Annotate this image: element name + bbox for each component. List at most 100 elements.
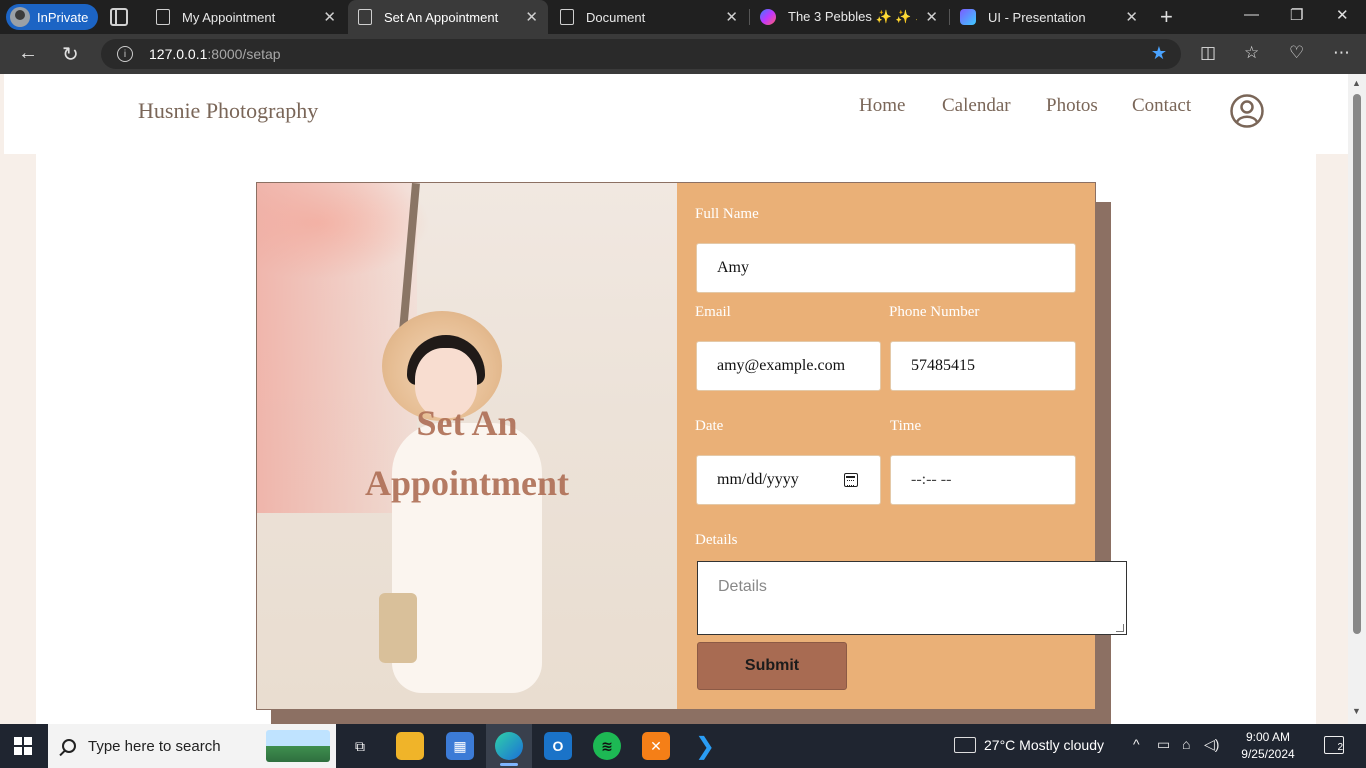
calendar-icon[interactable]	[844, 473, 858, 487]
close-tab-icon[interactable]: ✕	[323, 8, 336, 26]
hero-title: Set An Appointment	[257, 393, 677, 513]
search-icon	[62, 739, 76, 753]
full-name-field[interactable]: Amy	[696, 243, 1076, 293]
nav-photos[interactable]: Photos	[1046, 95, 1098, 117]
tab-actions-icon[interactable]	[110, 8, 128, 26]
details-placeholder: Details	[718, 578, 767, 595]
clock-date: 9/25/2024	[1241, 747, 1295, 761]
details-textarea[interactable]: Details	[697, 561, 1127, 635]
xampp-icon[interactable]: ✕	[642, 732, 670, 760]
page-scrollbar[interactable]: ▲ ▼	[1348, 74, 1366, 724]
clock-time: 9:00 AM	[1245, 730, 1291, 744]
system-clock[interactable]: 9:00 AM 9/25/2024	[1228, 729, 1308, 763]
nav-calendar[interactable]: Calendar	[942, 95, 1011, 117]
more-menu-icon[interactable]: ⋯	[1333, 43, 1350, 63]
favorites-icon[interactable]: ☆	[1244, 43, 1259, 63]
email-field[interactable]: amy@example.com	[696, 341, 881, 391]
page-icon	[560, 9, 574, 25]
close-tab-icon[interactable]: ✕	[725, 8, 738, 26]
email-label: Email	[695, 304, 731, 320]
close-tab-icon[interactable]: ✕	[925, 8, 938, 26]
taskbar-search-input[interactable]: Type here to search	[48, 724, 336, 768]
details-label: Details	[695, 532, 738, 548]
windows-taskbar: Type here to search ⧉ ▦ O ≋ ✕ ❯ 27°C Mos…	[0, 724, 1366, 768]
inprivate-badge[interactable]: InPrivate	[6, 4, 99, 30]
battery-icon[interactable]: ▭	[1157, 736, 1170, 753]
close-window-icon[interactable]: ✕	[1336, 6, 1349, 24]
microsoft-store-icon[interactable]: ▦	[446, 732, 474, 760]
file-explorer-icon[interactable]	[396, 732, 424, 760]
tab-title: The 3 Pebbles ✨ ✨ ✨ | Messenger	[788, 9, 917, 24]
full-name-label: Full Name	[695, 206, 759, 222]
weather-icon	[954, 737, 976, 753]
tab-title: Set An Appointment	[384, 9, 499, 25]
url-path: :8000/setap	[207, 46, 281, 62]
tab-document[interactable]: Document ✕	[550, 0, 748, 34]
notification-center-icon[interactable]: 2	[1324, 736, 1344, 754]
brand-logo-text[interactable]: Husnie Photography	[138, 98, 318, 124]
edge-browser-icon[interactable]	[495, 732, 523, 760]
network-icon[interactable]: ⌂	[1182, 736, 1190, 752]
back-icon[interactable]: ←	[18, 42, 38, 65]
tab-ui-presentation[interactable]: UI - Presentation ✕	[950, 0, 1148, 34]
windows-start-icon[interactable]	[14, 737, 32, 755]
url-host: 127.0.0.1	[149, 46, 208, 62]
date-field[interactable]: mm/dd/yyyy	[696, 455, 881, 505]
resize-grip-icon[interactable]	[1116, 624, 1124, 632]
date-placeholder: mm/dd/yyyy	[717, 471, 799, 488]
site-header: Husnie Photography Home Calendar Photos …	[4, 74, 1348, 154]
tab-title: UI - Presentation	[988, 9, 1086, 25]
hero-title-line1: Set An	[416, 403, 518, 443]
appointment-card: Set An Appointment Full Name Amy Email a…	[256, 182, 1127, 710]
show-hidden-icons-icon[interactable]: ^	[1133, 736, 1140, 752]
page-icon	[156, 9, 170, 25]
spotify-icon[interactable]: ≋	[593, 732, 621, 760]
presentation-icon	[960, 9, 976, 25]
tab-my-appointment[interactable]: My Appointment ✕	[146, 0, 346, 34]
weather-widget[interactable]: 27°C Mostly cloudy	[954, 737, 1104, 753]
phone-field[interactable]: 57485415	[890, 341, 1076, 391]
time-field[interactable]: --:-- --	[890, 455, 1076, 505]
user-account-icon[interactable]	[1230, 94, 1264, 128]
new-tab-icon[interactable]: +	[1160, 4, 1173, 30]
browser-tab-bar: InPrivate My Appointment ✕ Set An Appoin…	[0, 0, 1366, 34]
scrollbar-thumb[interactable]	[1353, 94, 1361, 634]
vscode-icon[interactable]: ❯	[691, 732, 719, 760]
tab-title: My Appointment	[182, 9, 276, 25]
notification-count: 2	[1337, 742, 1343, 753]
minimize-icon[interactable]: —	[1244, 6, 1259, 23]
scroll-up-icon[interactable]: ▲	[1352, 78, 1361, 88]
tab-set-an-appointment[interactable]: Set An Appointment ✕	[348, 0, 548, 34]
inprivate-label: InPrivate	[37, 9, 89, 25]
restore-icon[interactable]: ❐	[1290, 6, 1303, 24]
address-bar: ← ↻ i 127.0.0.1 :8000/setap ★ ◫ ☆ ♡ ⋯	[0, 34, 1366, 74]
photo-basket	[379, 593, 417, 663]
search-highlight-image	[266, 730, 330, 762]
url-input[interactable]: i 127.0.0.1 :8000/setap ★	[101, 39, 1181, 69]
split-screen-icon[interactable]: ◫	[1200, 43, 1216, 63]
outlook-icon[interactable]: O	[544, 732, 572, 760]
hero-photo: Set An Appointment	[257, 183, 677, 709]
weather-text: 27°C Mostly cloudy	[984, 737, 1104, 753]
close-tab-icon[interactable]: ✕	[1125, 8, 1138, 26]
refresh-icon[interactable]: ↻	[62, 42, 79, 67]
nav-home[interactable]: Home	[859, 95, 905, 117]
scroll-down-icon[interactable]: ▼	[1352, 706, 1361, 716]
hero-title-line2: Appointment	[364, 463, 570, 503]
close-tab-icon[interactable]: ✕	[525, 8, 538, 26]
browser-essentials-icon[interactable]: ♡	[1289, 43, 1304, 63]
profile-avatar-icon	[10, 7, 30, 27]
site-info-icon[interactable]: i	[117, 46, 133, 62]
submit-button[interactable]: Submit	[697, 642, 847, 690]
nav-contact[interactable]: Contact	[1132, 95, 1191, 117]
volume-icon[interactable]: ◁)	[1204, 736, 1219, 753]
taskbar-search-placeholder: Type here to search	[88, 737, 221, 755]
messenger-icon	[760, 9, 776, 25]
favorite-star-icon[interactable]: ★	[1151, 43, 1167, 64]
time-label: Time	[890, 418, 922, 434]
date-label: Date	[695, 418, 724, 434]
page-viewport: Husnie Photography Home Calendar Photos …	[4, 74, 1348, 724]
tab-messenger[interactable]: The 3 Pebbles ✨ ✨ ✨ | Messenger ✕	[750, 0, 948, 34]
page-icon	[358, 9, 372, 25]
task-view-icon[interactable]: ⧉	[346, 732, 374, 760]
